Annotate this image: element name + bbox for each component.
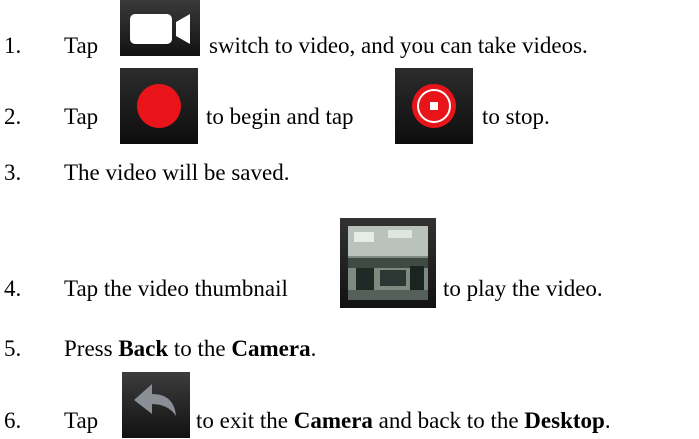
text-fragment: and back to the — [378, 408, 519, 433]
step-text: to exit the Camera and back to the Deskt… — [196, 408, 611, 434]
text-fragment: Press — [64, 336, 113, 361]
step-text: Press Back to the Camera. — [64, 336, 316, 362]
step-text: Tap — [64, 33, 99, 58]
text-fragment: to the — [173, 336, 226, 361]
text-fragment: . — [310, 336, 317, 361]
desktop-label: Desktop — [524, 408, 605, 433]
step-text: to begin and tap — [206, 104, 354, 129]
camera-label: Camera — [231, 336, 311, 361]
step-number: 5. — [4, 336, 22, 361]
step-4: 4. Tap the video thumbnail to play the v… — [0, 218, 699, 308]
camera-label: Camera — [293, 408, 373, 433]
text-fragment: . — [604, 408, 611, 433]
step-text: Tap — [64, 104, 99, 129]
step-6: 6. Tap to exit the Camera and back to th… — [0, 372, 699, 439]
back-key-label: Back — [118, 336, 169, 361]
step-text: Tap — [64, 408, 99, 433]
back-arrow-icon[interactable] — [122, 372, 190, 438]
step-text: Tap the video thumbnail — [64, 276, 288, 301]
record-stop-icon[interactable] — [395, 68, 473, 144]
step-2: 2. Tap to begin and tap to stop. — [0, 68, 699, 144]
step-number: 3. — [4, 160, 22, 185]
step-number: 2. — [4, 104, 22, 129]
step-text: to stop. — [482, 104, 550, 129]
video-camera-icon — [120, 0, 200, 56]
step-3: 3. The video will be saved. — [0, 160, 699, 190]
step-number: 4. — [4, 276, 22, 301]
video-thumbnail-icon[interactable] — [340, 218, 436, 308]
step-text: The video will be saved. — [64, 160, 290, 185]
step-text: to play the video. — [443, 276, 603, 301]
step-number: 6. — [4, 408, 22, 433]
step-1: 1. Tap switch to video, and you can take… — [0, 0, 699, 60]
step-5: 5. Press Back to the Camera. — [0, 336, 699, 366]
text-fragment: to exit the — [196, 408, 288, 433]
step-text: switch to video, and you can take videos… — [209, 33, 588, 58]
record-start-icon[interactable] — [120, 68, 198, 144]
step-number: 1. — [4, 33, 22, 58]
